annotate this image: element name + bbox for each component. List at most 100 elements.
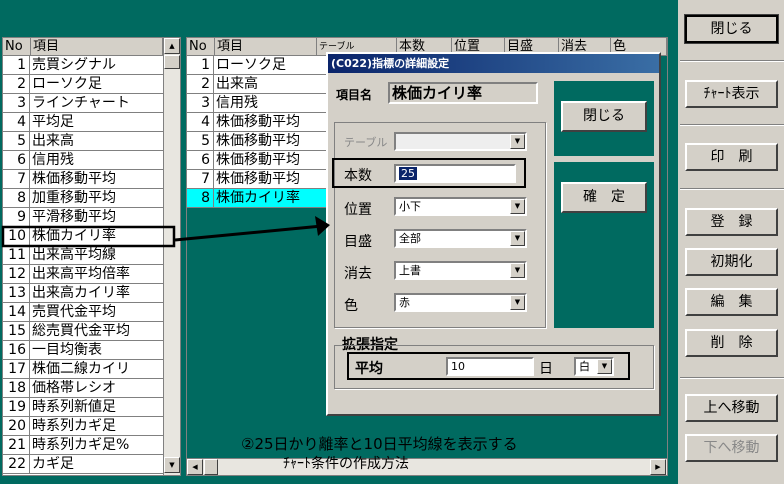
- table-row[interactable]: 8 株価カイリ率: [187, 189, 327, 208]
- close-button[interactable]: 閉じる: [684, 14, 779, 44]
- list-item[interactable]: 15 総売買代金平均: [3, 322, 163, 341]
- row-label: 時系列新値足: [32, 399, 116, 415]
- table-row[interactable]: 1 ローソク足: [187, 56, 327, 75]
- separator: [680, 124, 784, 126]
- dialog-title: (C022)指標の詳細設定: [328, 54, 659, 73]
- count-input[interactable]: 25: [394, 164, 516, 183]
- row-number: 1: [3, 56, 30, 75]
- average-input[interactable]: 10: [446, 357, 534, 376]
- row-number: 4: [3, 113, 30, 132]
- list-item[interactable]: 18 価格帯レシオ: [3, 379, 163, 398]
- confirm-button[interactable]: 確 定: [561, 182, 647, 213]
- item-name-label: 項目名: [336, 88, 373, 102]
- list-item[interactable]: 9 平滑移動平均: [3, 208, 163, 227]
- list-item[interactable]: 3 ラインチャート: [3, 94, 163, 113]
- list-item[interactable]: 2 ローソク足: [3, 75, 163, 94]
- list-item[interactable]: 11 出来高平均線: [3, 246, 163, 265]
- scroll-down-button[interactable]: ▼: [164, 457, 180, 473]
- chevron-down-icon[interactable]: ▼: [510, 295, 525, 310]
- chevron-down-icon[interactable]: ▼: [597, 359, 612, 374]
- table-row[interactable]: 4 株価移動平均: [187, 113, 327, 132]
- list-item[interactable]: 7 株価移動平均: [3, 170, 163, 189]
- chevron-down-icon[interactable]: ▼: [510, 263, 525, 278]
- scroll-h-thumb[interactable]: [204, 459, 218, 475]
- table-row[interactable]: 3 信用残: [187, 94, 327, 113]
- scroll-left-button[interactable]: ◀: [187, 459, 203, 475]
- chevron-down-icon[interactable]: ▼: [510, 199, 525, 214]
- position-label: 位置: [344, 202, 372, 218]
- row-number: 1: [187, 56, 214, 75]
- table-combo: ▼: [394, 132, 527, 151]
- row-label: 出来高カイリ率: [32, 285, 130, 301]
- col-header-1[interactable]: 項目: [215, 38, 317, 56]
- row-number: 5: [187, 132, 214, 151]
- average-value: 10: [451, 360, 465, 373]
- color-combo[interactable]: 赤 ▼: [394, 293, 527, 312]
- row-number: 14: [3, 303, 30, 322]
- list-item[interactable]: 6 信用残: [3, 151, 163, 170]
- caption-line1: ②25日かり離率と10日平均線を表示する: [241, 435, 518, 453]
- left-list-scrollbar[interactable]: ▲ ▼: [163, 38, 180, 475]
- table-row[interactable]: 5 株価移動平均: [187, 132, 327, 151]
- list-item[interactable]: 14 売買代金平均: [3, 303, 163, 322]
- list-item[interactable]: 1 売買シグナル: [3, 56, 163, 75]
- row-label: 平滑移動平均: [32, 209, 116, 225]
- list-item[interactable]: 8 加重移動平均: [3, 189, 163, 208]
- table-row[interactable]: 7 株価移動平均: [187, 170, 327, 189]
- list-item[interactable]: 20 時系列カギ足: [3, 417, 163, 436]
- list-item[interactable]: 10 株価カイリ率: [3, 227, 163, 246]
- row-label: 出来高平均倍率: [32, 266, 130, 282]
- scroll-right-button[interactable]: ▶: [650, 459, 666, 475]
- row-label: 売買シグナル: [32, 57, 116, 73]
- row-label: 株価移動平均: [216, 133, 300, 149]
- row-label: 時系列カギ足: [32, 418, 116, 434]
- table-row[interactable]: 6 株価移動平均: [187, 151, 327, 170]
- row-label: 出来高: [32, 133, 74, 149]
- col-header-0[interactable]: No: [187, 38, 215, 56]
- erase-combo[interactable]: 上書 ▼: [394, 261, 527, 280]
- col-header-no[interactable]: No: [3, 38, 31, 56]
- move-down-button: 下へ移動: [685, 434, 778, 462]
- erase-label: 消去: [344, 266, 372, 282]
- row-number: 2: [187, 75, 214, 94]
- list-item[interactable]: 4 平均足: [3, 113, 163, 132]
- scale-label: 目盛: [344, 234, 372, 250]
- list-item[interactable]: 13 出来高カイリ率: [3, 284, 163, 303]
- initialize-button[interactable]: 初期化: [685, 248, 778, 276]
- row-label: 株価移動平均: [216, 171, 300, 187]
- row-number: 16: [3, 341, 30, 360]
- move-up-button[interactable]: 上へ移動: [685, 394, 778, 422]
- row-number: 6: [187, 151, 214, 170]
- list-item[interactable]: 21 時系列カギ足%: [3, 436, 163, 455]
- separator: [680, 60, 784, 62]
- list-item[interactable]: 12 出来高平均倍率: [3, 265, 163, 284]
- day-label: 日: [539, 361, 553, 377]
- separator: [680, 188, 784, 190]
- scroll-up-button[interactable]: ▲: [164, 38, 180, 54]
- scroll-thumb[interactable]: [164, 55, 180, 69]
- chart-display-button[interactable]: ﾁｬｰﾄ表示: [685, 80, 778, 108]
- scale-combo[interactable]: 全部 ▼: [394, 229, 527, 248]
- print-button[interactable]: 印 刷: [685, 143, 778, 171]
- row-label: ラインチャート: [32, 95, 130, 111]
- indicator-list[interactable]: No 項目 1 売買シグナル 2 ローソク足 3 ラインチャート 4 平均足 5 出来高 6 信用残 7…: [2, 37, 181, 476]
- row-label: 株価移動平均: [216, 114, 300, 130]
- delete-button[interactable]: 削 除: [685, 329, 778, 357]
- register-button[interactable]: 登 録: [685, 208, 778, 236]
- edit-button[interactable]: 編 集: [685, 288, 778, 316]
- col-header-item[interactable]: 項目: [31, 38, 163, 56]
- table-row[interactable]: 2 出来高: [187, 75, 327, 94]
- list-item[interactable]: 17 株価二線カイリ: [3, 360, 163, 379]
- list-item[interactable]: 22 カギ足: [3, 455, 163, 474]
- horizontal-scrollbar[interactable]: ◀ ▶: [187, 458, 667, 475]
- average-color-combo[interactable]: 白 ▼: [574, 357, 614, 376]
- list-item[interactable]: 5 出来高: [3, 132, 163, 151]
- list-item[interactable]: 16 一目均衡表: [3, 341, 163, 360]
- count-value: 25: [399, 167, 417, 180]
- row-number: 5: [3, 132, 30, 151]
- dialog-close-button[interactable]: 閉じる: [561, 101, 647, 132]
- list-item[interactable]: 19 時系列新値足: [3, 398, 163, 417]
- position-combo[interactable]: 小下 ▼: [394, 197, 527, 216]
- row-label: 株価カイリ率: [32, 228, 116, 244]
- chevron-down-icon[interactable]: ▼: [510, 231, 525, 246]
